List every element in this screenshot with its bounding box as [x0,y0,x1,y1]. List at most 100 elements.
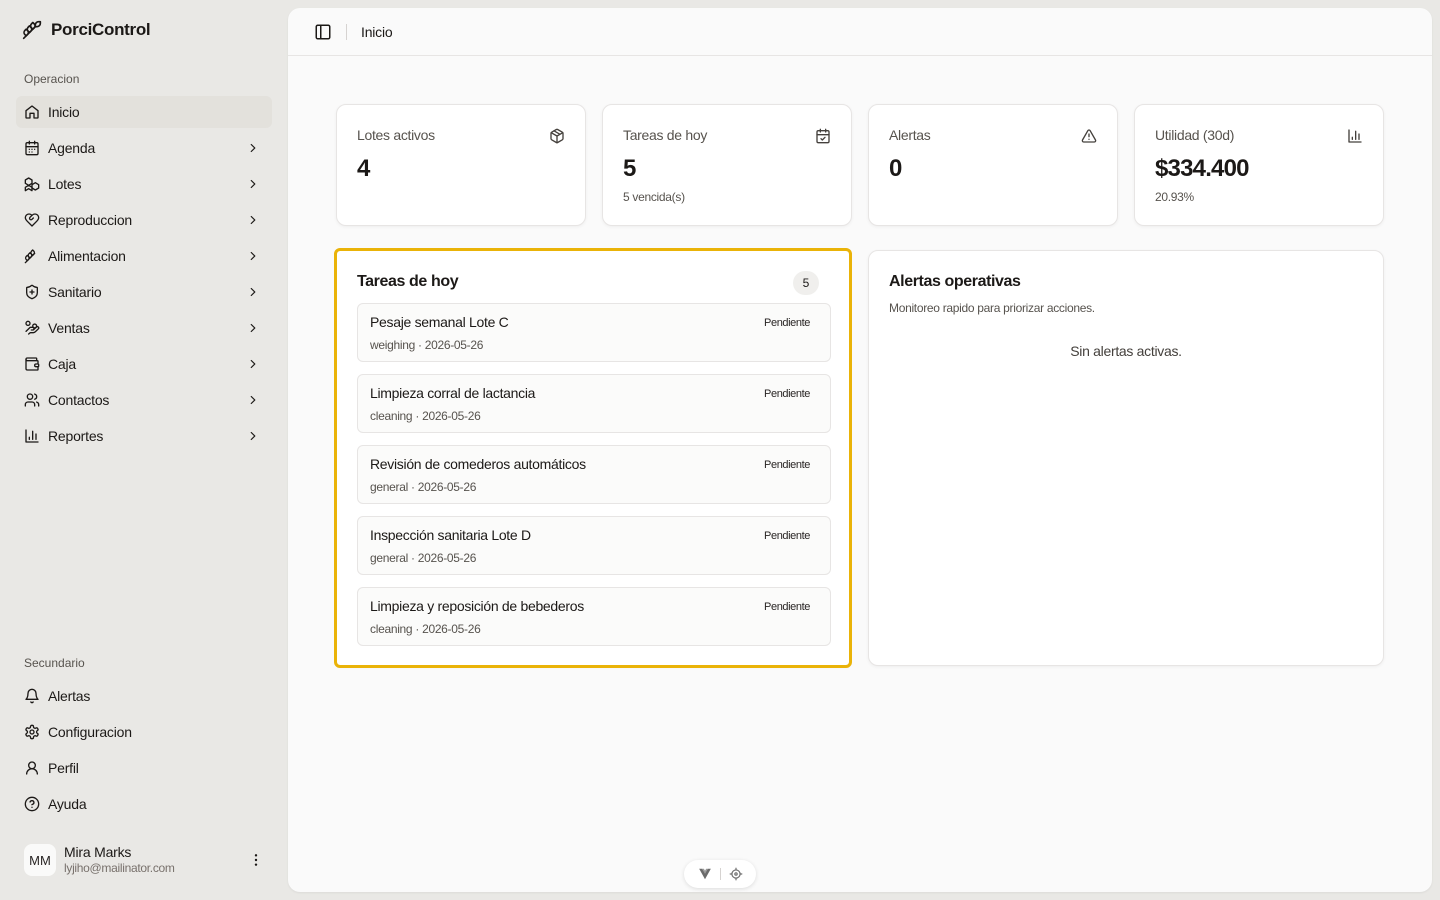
chevron-right-icon [250,287,256,297]
stat-value: 5 [623,155,636,182]
settings-icon [25,724,39,740]
sidebar-item-contactos[interactable]: Contactos [16,384,272,416]
more-vertical-icon[interactable] [248,852,264,868]
primary-nav: Inicio Agenda Lotes Reproduccion Aliment… [16,96,272,456]
sidebar-item-label: Perfil [48,760,79,776]
sidebar-item-alertas[interactable]: Alertas [16,680,272,712]
task-item[interactable]: Limpieza y reposición de bebederos clean… [357,587,831,646]
stat-sub: 20.93% [1155,190,1194,204]
sidebar-item-ayuda[interactable]: Ayuda [16,788,272,820]
sidebar-item-lotes[interactable]: Lotes [16,168,272,200]
task-meta: weighing · 2026-05-26 [370,338,484,352]
chevron-right-icon [250,215,256,225]
sidebar-item-label: Alimentacion [48,248,126,264]
bar-chart-icon [25,429,39,443]
task-title: Limpieza corral de lactancia [370,385,536,401]
sidebar-toggle-icon[interactable] [314,23,332,41]
user-email: lyjiho@mailinator.com [64,861,175,876]
pig-icon [22,20,42,40]
user-info: Mira Marks lyjiho@mailinator.com [64,844,248,877]
sidebar-item-label: Sanitario [48,284,102,300]
sidebar-item-label: Reproduccion [48,212,132,228]
sidebar-item-label: Inicio [48,104,80,120]
task-title: Inspección sanitaria Lote D [370,527,531,543]
stat-card-lotes-activos: Lotes activos 4 [336,104,586,226]
hand-coins-icon [25,320,40,335]
brand-name: PorciControl [51,20,151,39]
task-meta: cleaning · 2026-05-26 [370,622,481,636]
card-title: Alertas operativas [889,273,1021,290]
task-item[interactable]: Inspección sanitaria Lote D general · 20… [357,516,831,575]
sidebar-item-label: Contactos [48,392,110,408]
stat-card-alertas: Alertas 0 [868,104,1118,226]
sidebar-item-sanitario[interactable]: Sanitario [16,276,272,308]
task-item[interactable]: Revisión de comederos automáticos genera… [357,445,831,504]
sidebar-item-label: Lotes [48,176,82,192]
divider [346,23,347,40]
chevron-right-icon [250,323,256,333]
status-badge: Pendiente [764,459,810,471]
chevron-right-icon [250,251,256,261]
vue-logo-icon[interactable] [698,867,712,881]
stat-label: Tareas de hoy [623,127,708,143]
sidebar-item-alimentacion[interactable]: Alimentacion [16,240,272,272]
user-icon [26,761,38,775]
sidebar-item-label: Alertas [48,688,91,704]
stat-label: Lotes activos [357,127,435,143]
package-icon [550,128,564,144]
wheat-icon [24,249,36,264]
sidebar-item-ventas[interactable]: Ventas [16,312,272,344]
status-badge: Pendiente [764,317,810,329]
boxes-icon [24,177,40,192]
chevron-right-icon [250,143,256,153]
user-name: Mira Marks [64,843,132,860]
empty-state: Sin alertas activas. [1070,343,1182,359]
topbar: Inicio [288,8,1432,56]
dev-toolbar [684,860,756,888]
breadcrumb: Inicio [361,23,393,40]
crosshair-icon[interactable] [729,867,743,881]
count-badge: 5 [793,271,819,295]
sidebar-item-reportes[interactable]: Reportes [16,420,272,452]
stat-sub: 5 vencida(s) [623,190,685,204]
shield-plus-icon [26,284,38,300]
task-meta: general · 2026-05-26 [370,551,477,565]
status-badge: Pendiente [764,388,810,400]
user-menu[interactable]: MM Mira Marks lyjiho@mailinator.com [16,836,272,884]
home-icon [25,105,39,119]
task-list: Pesaje semanal Lote C weighing · 2026-05… [357,303,831,658]
task-item[interactable]: Limpieza corral de lactancia cleaning · … [357,374,831,433]
stat-card-utilidad: Utilidad (30d) $334.400 20.93% [1134,104,1384,226]
sidebar-item-label: Ventas [48,320,90,336]
wallet-icon [25,357,40,371]
sidebar-item-label: Configuracion [48,724,132,740]
status-badge: Pendiente [764,530,810,542]
bar-chart-icon [1348,129,1362,143]
task-title: Pesaje semanal Lote C [370,314,509,330]
brand[interactable]: PorciControl [22,20,151,40]
task-title: Revisión de comederos automáticos [370,456,586,472]
chevron-right-icon [250,179,256,189]
sidebar: PorciControl Operacion Inicio Agenda Lot… [0,0,288,900]
sidebar-item-label: Caja [48,356,76,372]
chevron-right-icon [250,431,256,441]
sidebar-item-configuracion[interactable]: Configuracion [16,716,272,748]
alert-triangle-icon [1081,129,1097,143]
stat-card-tareas-de-hoy: Tareas de hoy 5 5 vencida(s) [602,104,852,226]
alerts-card: Alertas operativas Monitoreo rapido para… [868,250,1384,666]
tasks-card: Tareas de hoy 5 Pesaje semanal Lote C we… [334,248,852,668]
heart-handshake-icon [24,213,40,227]
chevron-right-icon [250,395,256,405]
sidebar-item-label: Ayuda [48,796,87,812]
sidebar-item-agenda[interactable]: Agenda [16,132,272,164]
task-meta: cleaning · 2026-05-26 [370,409,481,423]
group-label-operacion: Operacion [24,72,80,86]
stat-label: Alertas [889,127,931,143]
stat-value: $334.400 [1155,155,1250,182]
task-item[interactable]: Pesaje semanal Lote C weighing · 2026-05… [357,303,831,362]
sidebar-item-inicio[interactable]: Inicio [16,96,272,128]
sidebar-item-reproduccion[interactable]: Reproduccion [16,204,272,236]
stat-value: 4 [357,155,370,182]
sidebar-item-perfil[interactable]: Perfil [16,752,272,784]
sidebar-item-caja[interactable]: Caja [16,348,272,380]
